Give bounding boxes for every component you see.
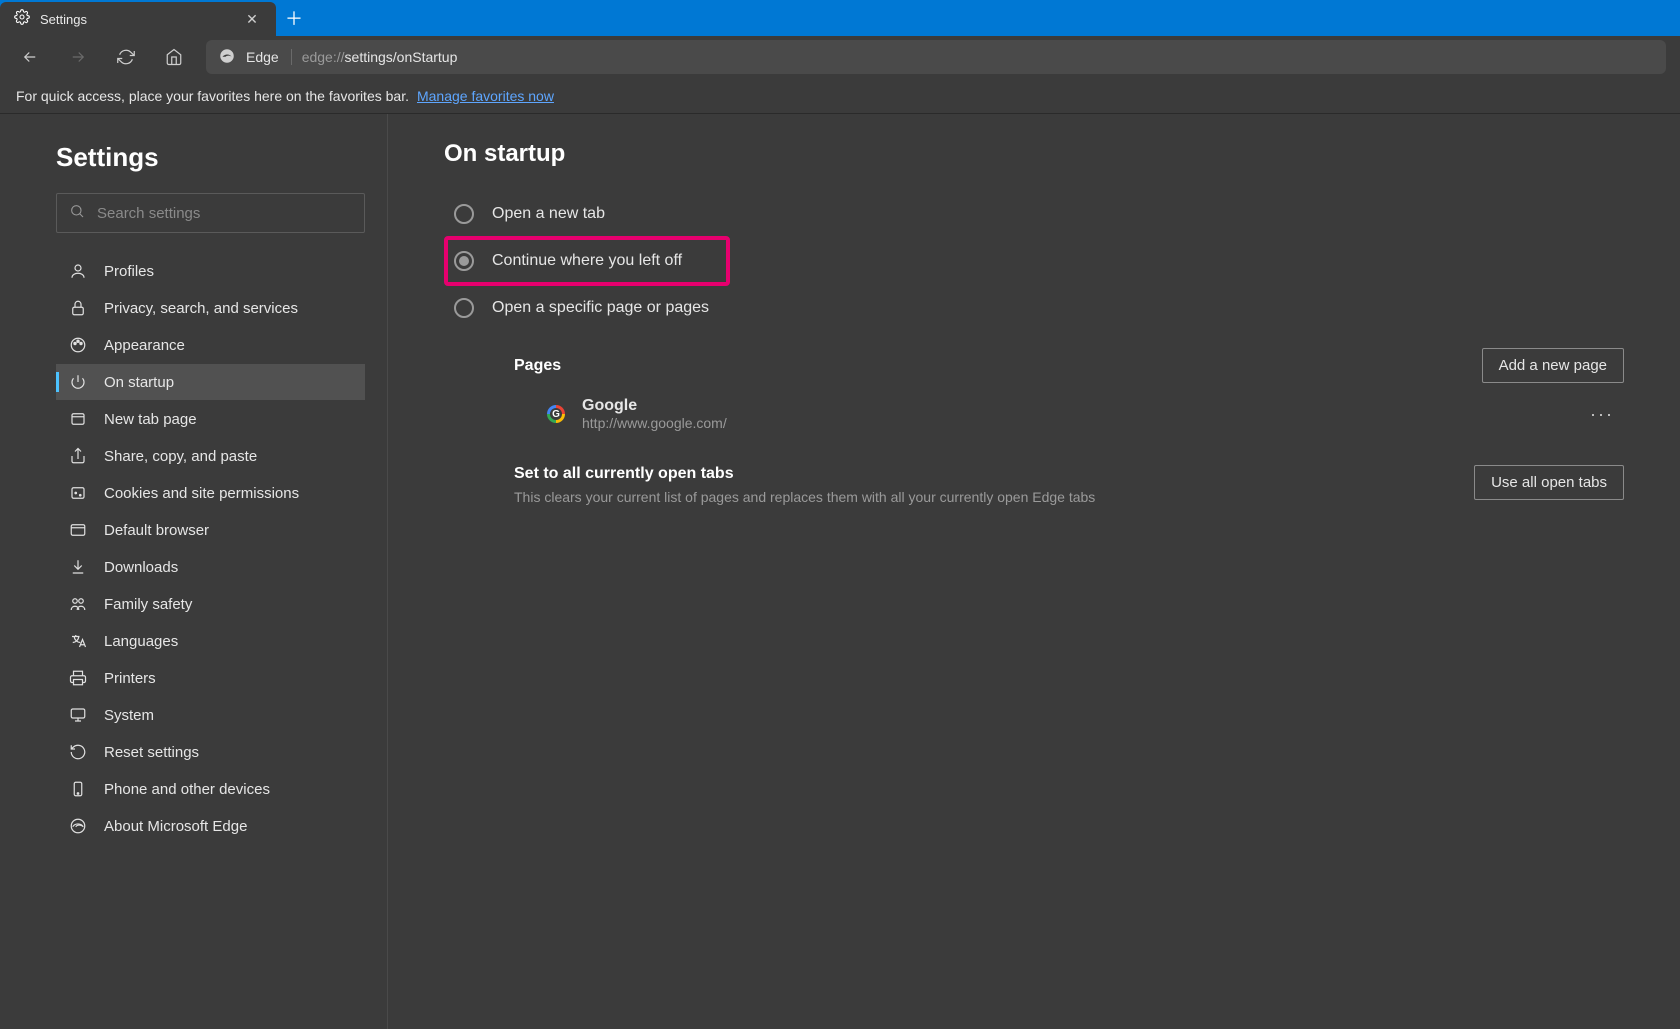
highlight-continue-option: Continue where you left off — [444, 236, 730, 286]
sidebar-item-label: New tab page — [104, 411, 197, 428]
refresh-button[interactable] — [110, 41, 142, 73]
radio-open-new-tab[interactable]: Open a new tab — [444, 194, 1624, 234]
page-url: http://www.google.com/ — [582, 415, 727, 431]
sidebar-item-label: Appearance — [104, 337, 185, 354]
pages-section: Pages Add a new page Google http://www.g… — [514, 348, 1624, 505]
radio-icon[interactable] — [454, 251, 474, 271]
radio-icon[interactable] — [454, 298, 474, 318]
lock-icon — [68, 298, 88, 318]
radio-specific-page[interactable]: Open a specific page or pages — [444, 288, 1624, 328]
edge-logo-icon — [218, 47, 236, 68]
sidebar-item-printers[interactable]: Printers — [56, 660, 365, 696]
open-tabs-desc: This clears your current list of pages a… — [514, 489, 1095, 505]
close-tab-icon[interactable]: ✕ — [242, 9, 262, 29]
forward-button[interactable] — [62, 41, 94, 73]
open-tabs-title: Set to all currently open tabs — [514, 465, 1095, 483]
family-icon — [68, 594, 88, 614]
gear-icon — [14, 9, 30, 30]
sidebar-item-about[interactable]: About Microsoft Edge — [56, 808, 365, 844]
toolbar: Edge edge://settings/onStartup — [0, 36, 1680, 78]
sidebar-item-label: Family safety — [104, 596, 192, 613]
share-icon — [68, 446, 88, 466]
sidebar-item-label: Printers — [104, 670, 156, 687]
address-bar[interactable]: Edge edge://settings/onStartup — [206, 40, 1666, 74]
monitor-icon — [68, 705, 88, 725]
paint-icon — [68, 335, 88, 355]
new-tab-button[interactable]: ＋ — [276, 0, 312, 36]
page-heading: On startup — [444, 140, 1624, 168]
sidebar-item-label: On startup — [104, 374, 174, 391]
google-favicon — [546, 404, 566, 424]
sidebar-item-default-browser[interactable]: Default browser — [56, 512, 365, 548]
use-open-tabs-button[interactable]: Use all open tabs — [1474, 465, 1624, 500]
titlebar: Settings ✕ ＋ — [0, 0, 1680, 36]
reset-icon — [68, 742, 88, 762]
sidebar-item-label: About Microsoft Edge — [104, 818, 247, 835]
url-path: settings/onStartup — [345, 49, 458, 65]
tab-icon — [68, 409, 88, 429]
url-scheme: edge:// — [302, 49, 345, 65]
sidebar-item-label: Profiles — [104, 263, 154, 280]
tab-title: Settings — [40, 12, 232, 27]
sidebar-item-newtab[interactable]: New tab page — [56, 401, 365, 437]
main: Settings Profiles Privacy, search, and s… — [0, 114, 1680, 1029]
radio-label: Open a specific page or pages — [492, 299, 709, 317]
radio-continue[interactable]: Continue where you left off — [454, 251, 682, 271]
sidebar-item-label: Share, copy, and paste — [104, 448, 257, 465]
search-icon — [69, 203, 85, 224]
back-button[interactable] — [14, 41, 46, 73]
sidebar-item-reset[interactable]: Reset settings — [56, 734, 365, 770]
sidebar-item-label: Phone and other devices — [104, 781, 270, 798]
address-label: Edge — [246, 49, 292, 65]
sidebar-item-label: Downloads — [104, 559, 178, 576]
radio-icon[interactable] — [454, 204, 474, 224]
sidebar-item-share[interactable]: Share, copy, and paste — [56, 438, 365, 474]
sidebar-item-family[interactable]: Family safety — [56, 586, 365, 622]
open-tabs-section: Set to all currently open tabs This clea… — [514, 465, 1624, 505]
language-icon — [68, 631, 88, 651]
sidebar-item-startup[interactable]: On startup — [56, 364, 365, 400]
browser-icon — [68, 520, 88, 540]
sidebar-item-label: Languages — [104, 633, 178, 650]
edge-icon — [68, 816, 88, 836]
sidebar-item-label: Reset settings — [104, 744, 199, 761]
power-icon — [68, 372, 88, 392]
add-page-button[interactable]: Add a new page — [1482, 348, 1624, 383]
sidebar-title: Settings — [56, 142, 365, 173]
page-name: Google — [582, 397, 727, 415]
content-area: On startup Open a new tab Continue where… — [388, 114, 1680, 1029]
favorites-bar: For quick access, place your favorites h… — [0, 78, 1680, 114]
download-icon — [68, 557, 88, 577]
sidebar-item-label: System — [104, 707, 154, 724]
manage-favorites-link[interactable]: Manage favorites now — [417, 88, 554, 104]
sidebar-item-label: Privacy, search, and services — [104, 300, 298, 317]
favorites-hint: For quick access, place your favorites h… — [16, 88, 409, 104]
sidebar-item-profiles[interactable]: Profiles — [56, 253, 365, 289]
printer-icon — [68, 668, 88, 688]
profile-icon — [68, 261, 88, 281]
sidebar-item-appearance[interactable]: Appearance — [56, 327, 365, 363]
sidebar-item-system[interactable]: System — [56, 697, 365, 733]
sidebar-item-downloads[interactable]: Downloads — [56, 549, 365, 585]
radio-label: Continue where you left off — [492, 252, 682, 270]
home-button[interactable] — [158, 41, 190, 73]
phone-icon — [68, 779, 88, 799]
sidebar-item-cookies[interactable]: Cookies and site permissions — [56, 475, 365, 511]
sidebar-item-label: Cookies and site permissions — [104, 485, 299, 502]
pages-label: Pages — [514, 357, 561, 375]
sidebar-item-label: Default browser — [104, 522, 209, 539]
sidebar-item-phone[interactable]: Phone and other devices — [56, 771, 365, 807]
search-settings-box[interactable] — [56, 193, 365, 233]
page-more-icon[interactable]: ··· — [1580, 398, 1624, 431]
sidebar-item-languages[interactable]: Languages — [56, 623, 365, 659]
sidebar-item-privacy[interactable]: Privacy, search, and services — [56, 290, 365, 326]
cookie-icon — [68, 483, 88, 503]
search-input[interactable] — [97, 205, 352, 222]
sidebar: Settings Profiles Privacy, search, and s… — [0, 114, 388, 1029]
radio-label: Open a new tab — [492, 205, 605, 223]
browser-tab[interactable]: Settings ✕ — [0, 2, 276, 36]
page-entry: Google http://www.google.com/ ··· — [514, 383, 1624, 445]
